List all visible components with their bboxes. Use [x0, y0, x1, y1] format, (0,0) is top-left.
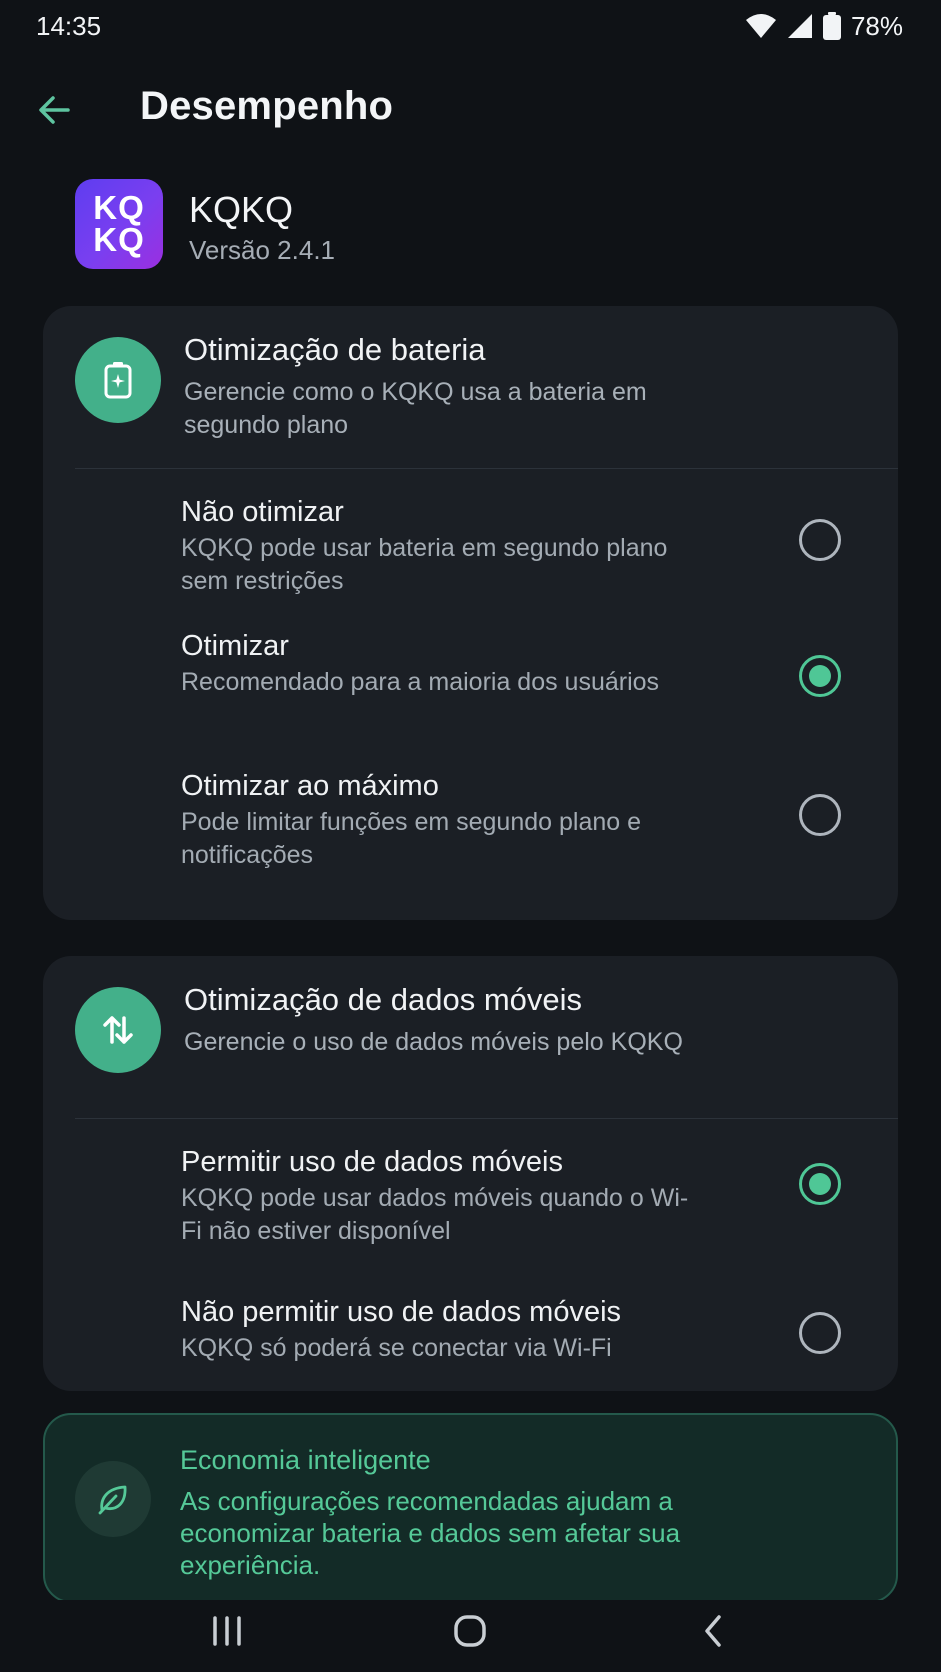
- divider: [75, 468, 898, 469]
- option-title: Otimizar ao máximo: [181, 770, 439, 802]
- option-title: Otimizar: [181, 630, 289, 662]
- battery-icon: [822, 12, 841, 40]
- divider: [75, 1118, 898, 1119]
- option-description: KQKQ pode usar bateria em segundo plano …: [181, 534, 668, 595]
- system-navigation-bar: [0, 1600, 941, 1672]
- arrow-left-icon: [36, 92, 72, 133]
- leaf-icon: [75, 1461, 151, 1537]
- mobile-data-optimization-card: Otimização de dados móveis Gerencie o us…: [43, 956, 898, 1391]
- app-bar: Desempenho: [0, 70, 941, 150]
- battery-option-optimize[interactable]: Otimizar Recomendado para a maioria dos …: [43, 630, 898, 760]
- data-section-title: Otimização de dados móveis: [184, 982, 583, 1017]
- option-description: Pode limitar funções em segundo plano e …: [181, 808, 642, 869]
- signal-icon: [787, 13, 813, 39]
- recents-icon: [210, 1615, 244, 1651]
- page-title: Desempenho: [140, 84, 394, 128]
- option-description: KQKQ pode usar dados móveis quando o Wi-…: [181, 1184, 689, 1245]
- status-bar: 14:35 78%: [0, 0, 941, 52]
- battery-section-header: Otimização de bateria Gerencie como o KQ…: [43, 306, 898, 469]
- nav-back-button[interactable]: [683, 1608, 743, 1658]
- battery-charging-icon: [75, 337, 161, 423]
- radio-button[interactable]: [799, 655, 841, 697]
- app-header: KQ KQ KQKQ Versão 2.4.1: [75, 179, 675, 269]
- option-description: KQKQ só poderá se conectar via Wi-Fi: [181, 1334, 612, 1362]
- recents-button[interactable]: [197, 1608, 257, 1658]
- swap-vertical-icon: [75, 987, 161, 1073]
- home-button[interactable]: [440, 1608, 500, 1658]
- info-title: Economia inteligente: [180, 1445, 431, 1475]
- data-option-allow[interactable]: Permitir uso de dados móveis KQKQ pode u…: [43, 1146, 898, 1276]
- app-name: KQKQ: [189, 189, 294, 230]
- info-text: As configurações recomendadas ajudam a e…: [180, 1486, 681, 1580]
- status-icons: 78%: [745, 11, 903, 42]
- option-title: Não otimizar: [181, 496, 344, 528]
- data-section-header: Otimização de dados móveis Gerencie o us…: [43, 956, 898, 1119]
- battery-section-description: Gerencie como o KQKQ usa a bateria em se…: [184, 378, 647, 439]
- app-version: Versão 2.4.1: [189, 235, 335, 265]
- radio-button[interactable]: [799, 1312, 841, 1354]
- option-description: Recomendado para a maioria dos usuários: [181, 668, 660, 696]
- battery-option-no-optimize[interactable]: Não otimizar KQKQ pode usar bateria em s…: [43, 496, 898, 626]
- battery-option-max-optimize[interactable]: Otimizar ao máximo Pode limitar funções …: [43, 770, 898, 900]
- battery-section-title: Otimização de bateria: [184, 332, 486, 367]
- back-button[interactable]: [30, 88, 78, 136]
- app-logo-line2: KQ: [93, 221, 145, 258]
- data-section-description: Gerencie o uso de dados móveis pelo KQKQ: [184, 1028, 683, 1056]
- option-title: Não permitir uso de dados móveis: [181, 1296, 622, 1328]
- home-icon: [453, 1614, 487, 1653]
- battery-percent: 78%: [850, 10, 903, 41]
- data-option-disallow[interactable]: Não permitir uso de dados móveis KQKQ só…: [43, 1296, 898, 1426]
- app-logo-line1: KQ: [93, 189, 145, 226]
- option-title: Permitir uso de dados móveis: [181, 1146, 563, 1178]
- radio-button[interactable]: [799, 794, 841, 836]
- radio-button[interactable]: [799, 1163, 841, 1205]
- status-time: 14:35: [36, 10, 102, 41]
- smart-saving-info-card: Economia inteligente As configurações re…: [43, 1413, 898, 1603]
- radio-button[interactable]: [799, 519, 841, 561]
- battery-optimization-card: Otimização de bateria Gerencie como o KQ…: [43, 306, 898, 920]
- back-icon: [700, 1614, 726, 1653]
- app-logo-icon: KQ KQ: [75, 179, 163, 269]
- wifi-icon: [745, 13, 777, 39]
